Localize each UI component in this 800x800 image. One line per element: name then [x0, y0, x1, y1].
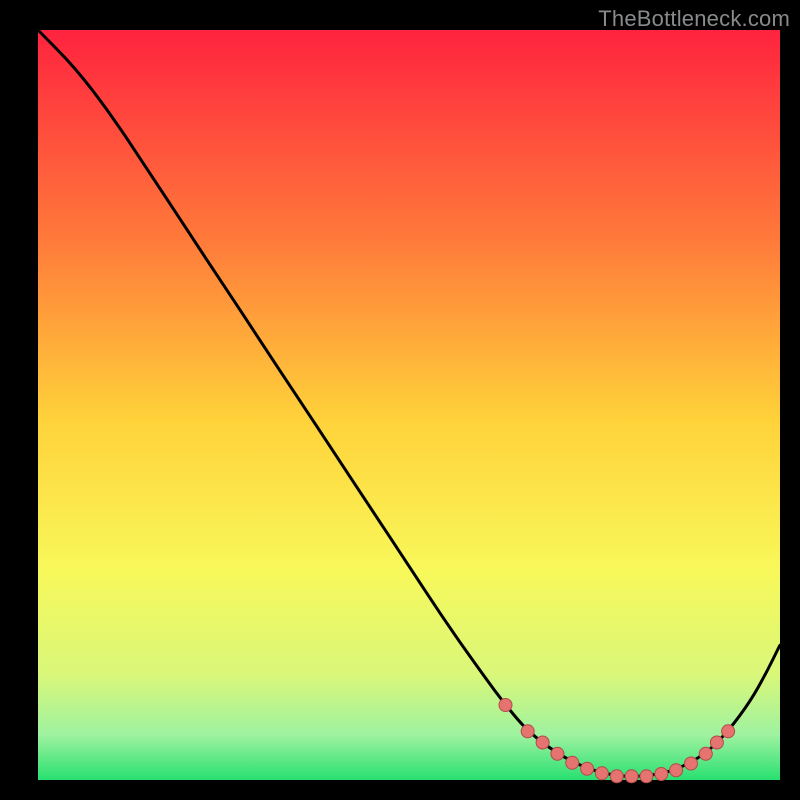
marker-point	[551, 747, 564, 760]
marker-point	[722, 725, 735, 738]
marker-point	[640, 770, 653, 783]
marker-point	[655, 768, 668, 781]
marker-point	[670, 764, 683, 777]
bottleneck-chart	[0, 0, 800, 800]
marker-point	[566, 756, 579, 769]
marker-point	[610, 770, 623, 783]
marker-point	[710, 736, 723, 749]
marker-point	[595, 767, 608, 780]
attribution-text: TheBottleneck.com	[598, 6, 790, 32]
marker-point	[536, 736, 549, 749]
marker-point	[581, 762, 594, 775]
marker-point	[685, 757, 698, 770]
marker-point	[521, 725, 534, 738]
plot-background	[38, 30, 780, 780]
marker-point	[699, 747, 712, 760]
chart-container: TheBottleneck.com	[0, 0, 800, 800]
marker-point	[625, 770, 638, 783]
marker-point	[499, 699, 512, 712]
